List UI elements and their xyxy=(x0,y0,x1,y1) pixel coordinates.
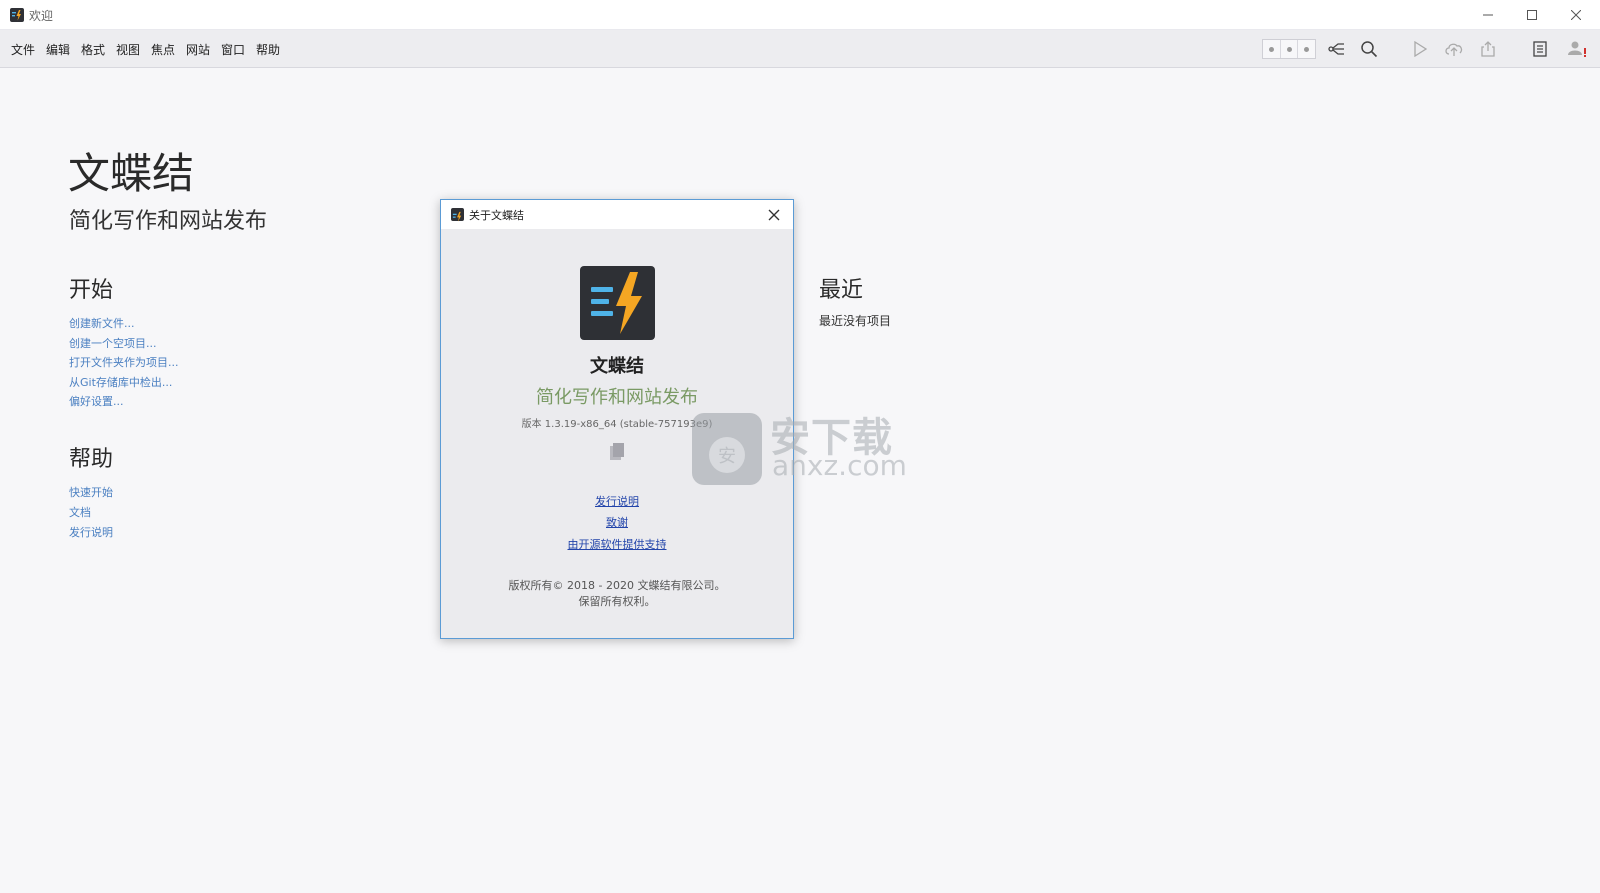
quick-start-link[interactable]: 快速开始 xyxy=(69,484,113,500)
copy-icon[interactable] xyxy=(606,440,628,462)
window-title: 欢迎 xyxy=(29,9,54,23)
view-mode-middle[interactable] xyxy=(1281,40,1299,58)
view-mode-left[interactable] xyxy=(1263,40,1281,58)
close-icon[interactable] xyxy=(763,204,785,226)
help-heading: 帮助 xyxy=(69,447,114,472)
maximize-button[interactable] xyxy=(1510,0,1554,30)
menu-file[interactable]: 文件 xyxy=(11,41,35,58)
preferences-link[interactable]: 偏好设置... xyxy=(69,393,124,409)
dialog-title: 关于文蝶结 xyxy=(469,209,524,222)
search-icon[interactable] xyxy=(1358,30,1380,68)
copyright-text: 版权所有© 2018 - 2020 文蝶结有限公司。 保留所有权利。 xyxy=(441,578,793,610)
recent-heading: 最近 xyxy=(819,278,864,303)
open-folder-as-project-link[interactable]: 打开文件夹作为项目... xyxy=(69,354,179,370)
dialog-titlebar: 关于文蝶结 xyxy=(441,200,793,229)
copyright-line-1: 版权所有© 2018 - 2020 文蝶结有限公司。 xyxy=(508,579,726,592)
app-logo-icon xyxy=(10,8,24,22)
menu-toolbar: 文件 编辑 格式 视图 焦点 网站 窗口 帮助 xyxy=(0,30,1600,68)
minimize-button[interactable] xyxy=(1466,0,1510,30)
watermark-bag-icon: 安 xyxy=(692,413,762,485)
create-new-file-link[interactable]: 创建新文件... xyxy=(69,315,135,331)
watermark-bag-char: 安 xyxy=(718,446,736,467)
menu-window[interactable]: 窗口 xyxy=(221,41,245,58)
upload-icon[interactable] xyxy=(1442,30,1466,68)
watermark-text-en: anxz.com xyxy=(772,449,907,482)
create-empty-project-link[interactable]: 创建一个空项目... xyxy=(69,335,157,351)
recent-empty-text: 最近没有项目 xyxy=(819,314,892,328)
watermark: 安 安下载 anxz.com xyxy=(692,405,912,487)
start-heading: 开始 xyxy=(69,278,114,303)
page-title: 文蝶结 xyxy=(68,149,195,198)
release-notes-link[interactable]: 发行说明 xyxy=(69,524,113,540)
export-icon[interactable] xyxy=(1477,30,1499,68)
dialog-app-name: 文蝶结 xyxy=(590,356,644,377)
documentation-link[interactable]: 文档 xyxy=(69,504,91,520)
release-notes-dialog-link[interactable]: 发行说明 xyxy=(441,493,793,509)
copyright-line-2: 保留所有权利。 xyxy=(578,595,656,608)
thanks-link[interactable]: 致谢 xyxy=(441,514,793,530)
menu-site[interactable]: 网站 xyxy=(186,41,210,58)
git-checkout-link[interactable]: 从Git存储库中检出... xyxy=(69,374,172,390)
menu-view[interactable]: 视图 xyxy=(116,41,140,58)
open-source-link[interactable]: 由开源软件提供支持 xyxy=(441,536,793,552)
menu-edit[interactable]: 编辑 xyxy=(46,41,70,58)
account-icon[interactable] xyxy=(1564,30,1592,68)
close-window-button[interactable] xyxy=(1554,0,1598,30)
share-tree-icon[interactable] xyxy=(1326,30,1348,68)
dialog-app-icon xyxy=(451,208,464,222)
menu-focus[interactable]: 焦点 xyxy=(151,41,175,58)
page-subtitle: 简化写作和网站发布 xyxy=(69,209,268,234)
view-mode-right[interactable] xyxy=(1298,40,1315,58)
menu-format[interactable]: 格式 xyxy=(81,41,105,58)
sidebar-icon[interactable] xyxy=(1529,30,1551,68)
menu-help[interactable]: 帮助 xyxy=(256,41,280,58)
play-icon[interactable] xyxy=(1409,30,1431,68)
window-titlebar: 欢迎 xyxy=(0,0,1600,30)
view-switch-icon[interactable] xyxy=(1262,39,1316,59)
app-logo-icon xyxy=(580,266,655,340)
